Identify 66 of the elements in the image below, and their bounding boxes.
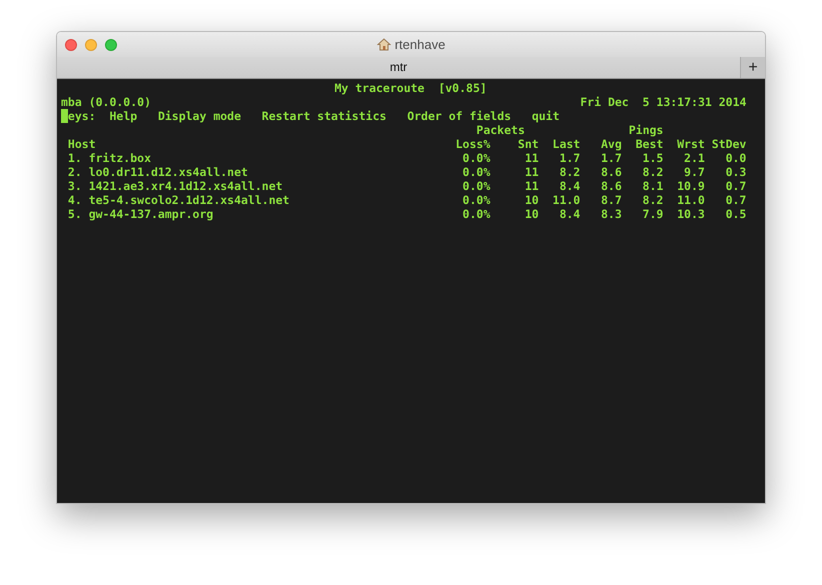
table-cell: 0.5 [726,207,746,221]
table-cell: 0.0% [462,179,490,193]
column-header: Loss% [456,137,490,151]
house-icon [376,38,391,51]
date-time: Fri Dec 5 13:17:31 2014 [580,95,746,109]
table-cell: 11 [524,151,539,165]
table-cell: 9.7 [684,165,705,179]
table-cell: 10 [524,193,539,207]
table-cell: 0.0 [726,151,746,165]
column-header: Last [552,137,580,151]
column-header: Host [68,137,96,151]
table-cell: 0.0% [462,193,490,207]
table-cell: 8.6 [600,179,622,193]
table-cell: 1.5 [642,151,664,165]
table-cell: 8.1 [642,179,664,193]
column-group-header: Packets [475,123,526,137]
column-header: Best [636,137,664,151]
table-cell: 2.1 [684,151,705,165]
table-cell: 0.7 [726,179,746,193]
close-button[interactable] [65,38,77,50]
key-command[interactable]: Help [109,109,138,123]
keys-label: eys: [68,109,96,123]
window-title: rtenhave [394,37,446,52]
table-cell: 8.6 [600,165,622,179]
table-cell: 11 [524,179,539,193]
table-cell: 8.2 [559,165,580,179]
table-cell: 11.0 [552,193,580,207]
table-cell: 4. te5-4.swcolo2.1d12.xs4all.net [68,193,290,207]
table-cell: 0.3 [726,165,746,179]
new-tab-button[interactable]: + [740,57,765,78]
table-cell: 10.9 [677,179,705,193]
zoom-button[interactable] [105,38,117,50]
table-cell: 8.7 [600,193,622,207]
table-cell: 1.7 [559,151,580,165]
table-cell: 0.0% [462,151,490,165]
minimize-button[interactable] [85,38,97,50]
table-cell: 0.0% [462,165,490,179]
table-cell: 10.3 [677,207,705,221]
table-cell: 11 [524,165,539,179]
table-cell: 2. lo0.dr11.d12.xs4all.net [68,165,248,179]
table-cell: 8.2 [642,165,664,179]
key-command[interactable]: Order of fields [407,109,512,123]
key-command[interactable]: Display mode [158,109,242,123]
table-cell: 11.0 [677,193,705,207]
table-cell: 7.9 [642,207,664,221]
table-cell: 8.4 [559,179,580,193]
table-cell: 10 [524,207,539,221]
column-header: Snt [518,137,539,151]
program-title: My traceroute [v0.85] [334,81,487,95]
key-command[interactable]: quit [532,109,560,123]
key-command[interactable]: Restart statistics [262,109,386,123]
table-cell: 8.2 [642,193,664,207]
table-cell: 0.7 [726,193,746,207]
table-cell: 8.4 [559,207,580,221]
host-name: mba (0.0.0.0) [61,95,152,109]
table-cell: 5. gw-44-137.ampr.org [68,207,214,221]
table-cell: 0.0% [462,207,490,221]
table-cell: 3. 1421.ae3.xr4.1d12.xs4all.net [68,179,283,193]
table-cell: 1. fritz.box [68,151,152,165]
table-cell: 8.3 [600,207,622,221]
table-cell: 1.7 [600,151,622,165]
column-group-header: Pings [628,123,664,137]
tab[interactable]: mtr [57,57,740,78]
column-header: StDev [712,137,746,151]
column-header: Avg [600,137,622,151]
column-header: Wrst [677,137,705,151]
